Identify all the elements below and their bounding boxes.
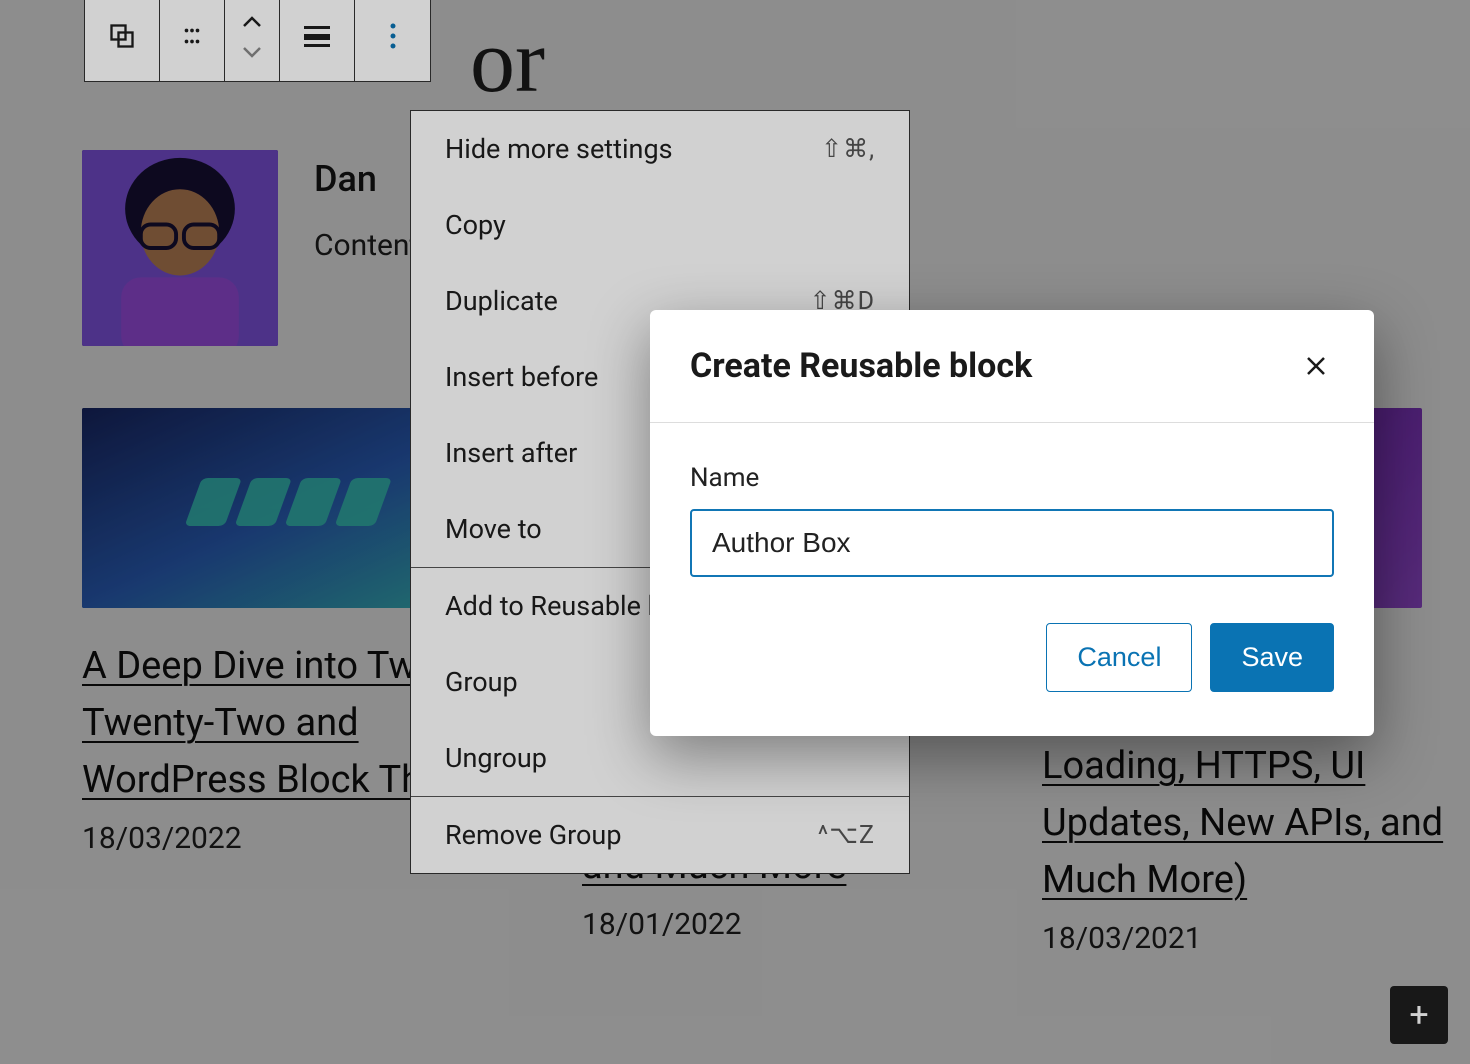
- name-field-label: Name: [690, 463, 1334, 493]
- modal-close-button[interactable]: [1298, 348, 1334, 384]
- cancel-button[interactable]: Cancel: [1046, 623, 1192, 692]
- modal-body: Name: [650, 423, 1374, 587]
- modal-title: Create Reusable block: [690, 346, 1032, 386]
- modal-footer: Cancel Save: [650, 587, 1374, 736]
- create-reusable-block-modal: Create Reusable block Name Cancel Save: [650, 310, 1374, 736]
- name-input[interactable]: [690, 509, 1334, 577]
- modal-header: Create Reusable block: [650, 310, 1374, 423]
- save-button[interactable]: Save: [1210, 623, 1334, 692]
- close-icon: [1305, 355, 1327, 377]
